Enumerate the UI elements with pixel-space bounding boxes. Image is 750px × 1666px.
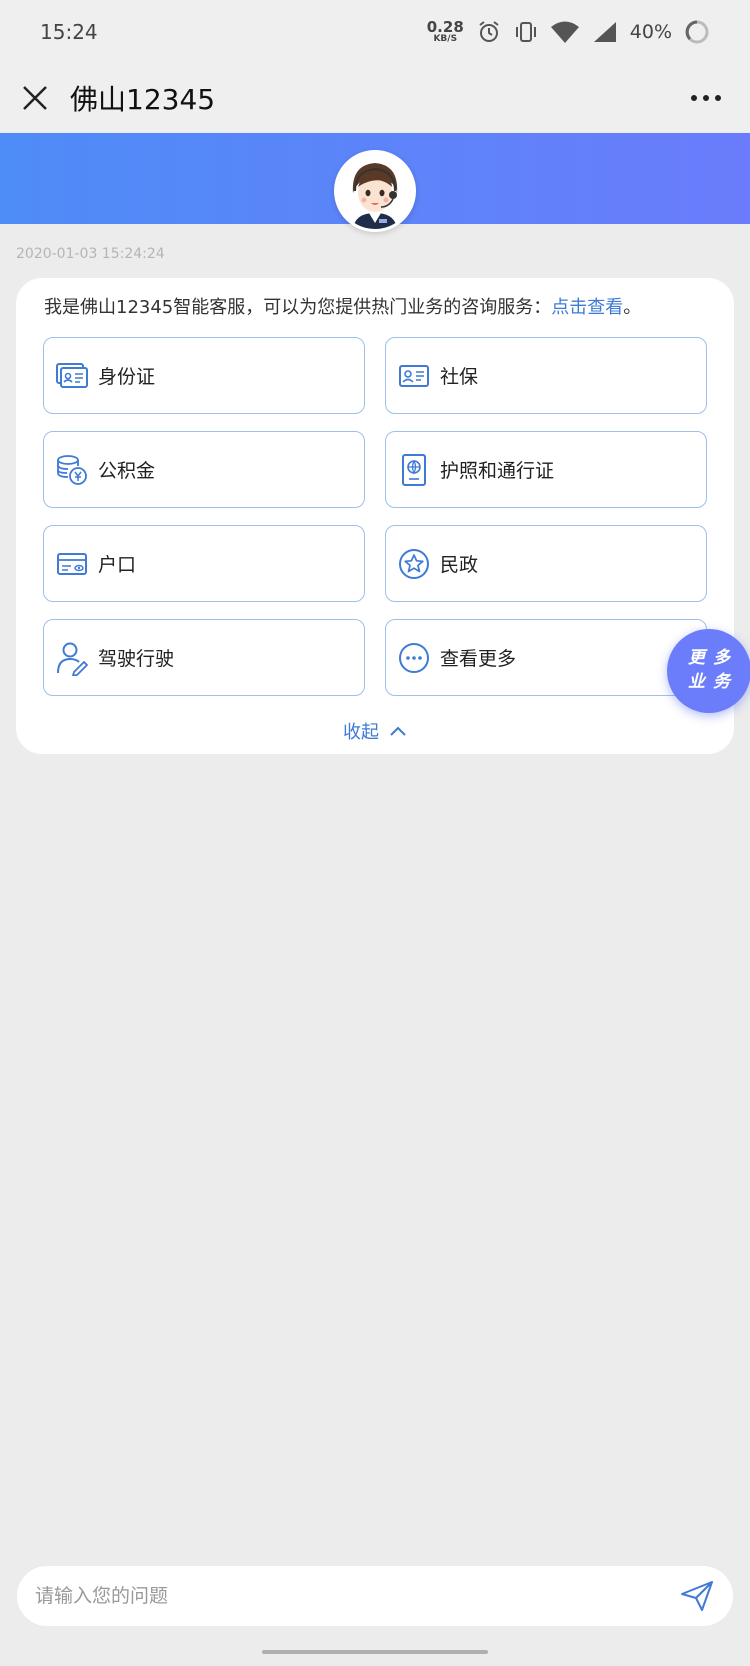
wifi-icon [550, 21, 579, 43]
intro-message: 我是佛山12345智能客服，可以为您提供热门业务的咨询服务：点击查看。 [44, 293, 641, 319]
service-passport-button[interactable]: 护照和通行证 [385, 431, 707, 508]
chat-input-bar [0, 1552, 750, 1632]
more-business-fab[interactable]: 更多 业务 [667, 629, 750, 713]
service-view-more-button[interactable]: 查看更多 [385, 619, 707, 696]
service-label: 驾驶行驶 [98, 648, 175, 670]
signal-icon [593, 22, 616, 42]
send-icon[interactable] [679, 1579, 715, 1613]
intro-link[interactable]: 点击查看 [551, 297, 623, 318]
service-label: 护照和通行证 [440, 460, 555, 482]
service-social-security-button[interactable]: 社保 [385, 337, 707, 414]
driver-person-icon [54, 640, 90, 676]
battery-ring-icon [685, 20, 709, 44]
customer-service-avatar [334, 150, 416, 232]
service-driving-button[interactable]: 驾驶行驶 [43, 619, 365, 696]
service-label: 社保 [440, 366, 479, 388]
fab-line-2: 业务 [688, 672, 738, 692]
service-label: 查看更多 [440, 648, 517, 670]
battery-percent: 40% [629, 21, 672, 43]
net-speed: 0.28 KB/S [427, 20, 464, 44]
collapse-button[interactable]: 收起 [16, 718, 734, 744]
alarm-icon [479, 21, 499, 42]
message-timestamp: 2020-01-03 15:24:24 [16, 246, 165, 262]
more-circle-icon [396, 640, 432, 676]
intro-end: 。 [623, 297, 642, 318]
service-label: 户口 [98, 554, 137, 576]
household-card-icon [54, 546, 90, 582]
status-icons: 0.28 KB/S 40% [427, 19, 710, 45]
service-household-button[interactable]: 户口 [43, 525, 365, 602]
bot-message-card: 我是佛山12345智能客服，可以为您提供热门业务的咨询服务：点击查看。 身份证 [16, 278, 734, 754]
home-indicator[interactable] [262, 1650, 488, 1654]
intro-text: 我是佛山12345智能客服，可以为您提供热门业务的咨询服务： [44, 297, 552, 318]
fab-line-1: 更多 [688, 648, 738, 669]
star-badge-icon [396, 546, 432, 582]
header-bar: 佛山12345 [0, 64, 750, 132]
id-card-icon [54, 358, 90, 394]
page-title: 佛山12345 [70, 83, 216, 116]
service-housing-fund-button[interactable]: 公积金 [43, 431, 365, 508]
collapse-label: 收起 [343, 722, 379, 743]
net-speed-value: 0.28 [426, 18, 464, 36]
service-label: 公积金 [98, 460, 156, 482]
service-label: 民政 [440, 554, 479, 576]
service-civil-affairs-button[interactable]: 民政 [385, 525, 707, 602]
vibrate-icon [515, 22, 536, 42]
question-input[interactable] [35, 1585, 679, 1607]
status-bar: 15:24 0.28 KB/S 40% [0, 0, 750, 64]
more-dots-icon[interactable] [690, 93, 722, 103]
chat-input-box [17, 1566, 733, 1626]
passport-icon [396, 452, 432, 488]
close-icon[interactable] [20, 83, 50, 113]
chevron-up-icon [390, 726, 406, 736]
social-security-card-icon [396, 358, 432, 394]
coins-yen-icon [54, 452, 90, 488]
status-time: 15:24 [40, 20, 98, 44]
service-label: 身份证 [98, 366, 156, 388]
net-speed-unit: KB/S [433, 34, 458, 44]
service-id-card-button[interactable]: 身份证 [43, 337, 365, 414]
